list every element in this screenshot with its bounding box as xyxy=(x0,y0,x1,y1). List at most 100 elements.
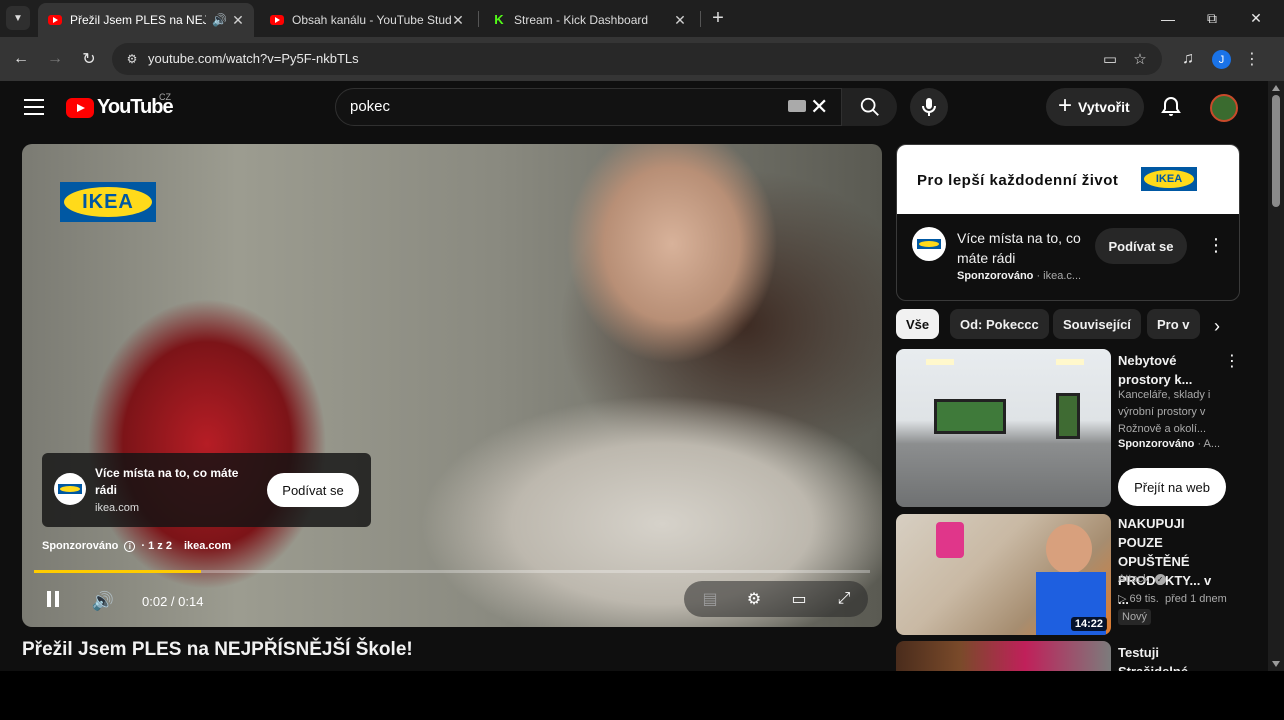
scroll-down-icon[interactable] xyxy=(1272,661,1280,667)
speaker-icon[interactable]: 🔊 xyxy=(212,13,227,27)
pause-button[interactable] xyxy=(36,584,70,618)
create-label: Vytvořit xyxy=(1078,99,1130,115)
time-display: 0:02 / 0:14 xyxy=(142,593,204,609)
more-options-icon[interactable]: ⋮ xyxy=(1224,351,1240,371)
theater-mode-icon[interactable]: ▭ xyxy=(789,589,809,609)
ad-overlay-card[interactable]: Více místa na to, co máte rádi ikea.com … xyxy=(42,453,371,527)
profile-avatar[interactable]: J xyxy=(1212,50,1231,69)
scroll-up-icon[interactable] xyxy=(1272,85,1280,91)
hamburger-menu-icon[interactable] xyxy=(24,99,44,115)
browser-tab-kick[interactable]: K Stream - Kick Dashboard ✕ xyxy=(482,3,696,37)
recommendation-item[interactable]: Nebytové prostory k... ⋮ Kanceláře, skla… xyxy=(896,349,1240,509)
ad-card-title[interactable]: Více místa na to, co máte rádi xyxy=(957,228,1087,268)
close-window-button[interactable]: ✕ xyxy=(1234,0,1278,37)
back-button[interactable]: ← xyxy=(8,46,34,72)
volume-button[interactable]: 🔊 xyxy=(86,584,120,618)
url-text[interactable]: youtube.com/watch?v=Py5F-nkbTLs xyxy=(148,51,359,66)
channel-name-text: Attack xyxy=(1118,573,1149,585)
bookmark-star-icon[interactable]: ☆ xyxy=(1130,49,1150,69)
restore-window-button[interactable]: ⧉ xyxy=(1190,0,1234,37)
video-duration: 14:22 xyxy=(1070,617,1107,631)
more-options-icon[interactable]: ⋮ xyxy=(1207,235,1225,256)
youtube-logo[interactable]: YouTube CZ xyxy=(66,92,174,119)
reload-button[interactable]: ↻ xyxy=(76,46,102,72)
recommendation-stats: ▷ 69 tis. před 1 dnem xyxy=(1118,592,1227,605)
video-title: Přežil Jsem PLES na NEJPŘÍSNĚJŠÍ Škole! xyxy=(22,639,413,660)
youtube-page: YouTube CZ pokec ✕ + Vytvořit IKEA Více … xyxy=(0,81,1284,671)
tab-title: Stream - Kick Dashboard xyxy=(514,13,649,27)
recommendation-meta-extra: · A... xyxy=(1194,438,1221,450)
video-player[interactable]: IKEA Více místa na to, co máte rádi ikea… xyxy=(22,144,882,627)
recommendation-title[interactable]: Testuji Strašidelné Minecraft Lži Co... xyxy=(1118,643,1218,671)
close-tab-icon[interactable]: ✕ xyxy=(672,12,688,28)
close-tab-icon[interactable]: ✕ xyxy=(230,12,246,28)
ad-domain-link[interactable]: ikea.com xyxy=(184,540,231,552)
keyboard-icon[interactable] xyxy=(788,100,806,112)
create-button[interactable]: + Vytvořit xyxy=(1046,88,1144,126)
youtube-favicon-icon xyxy=(48,15,62,25)
chevron-right-icon[interactable]: › xyxy=(1204,313,1230,339)
browser-menu-icon[interactable]: ⋮ xyxy=(1244,49,1260,69)
thumbnail-face xyxy=(1046,524,1092,574)
account-avatar[interactable] xyxy=(1210,94,1238,122)
video-thumbnail[interactable] xyxy=(896,641,1111,671)
thumbnail-product xyxy=(936,522,964,558)
chip-for-you[interactable]: Pro v xyxy=(1147,309,1200,339)
forward-button[interactable]: → xyxy=(42,46,68,72)
search-button[interactable] xyxy=(841,88,897,126)
close-tab-icon[interactable]: ✕ xyxy=(450,12,466,28)
verified-check-icon: ✓ xyxy=(1154,574,1166,585)
chip-from-channel[interactable]: Od: Pokeccc xyxy=(950,309,1049,339)
visit-website-button[interactable]: Přejít na web xyxy=(1118,468,1226,506)
recommendation-item[interactable]: Testuji Strašidelné Minecraft Lži Co... xyxy=(896,641,1240,671)
ad-visit-button[interactable]: Podívat se xyxy=(267,473,359,507)
page-scrollbar[interactable] xyxy=(1268,81,1284,671)
settings-gear-icon[interactable]: ⚙ xyxy=(744,589,764,609)
recommendation-meta: Sponzorováno · A... xyxy=(1118,438,1220,450)
tab-separator xyxy=(478,11,479,27)
address-bar[interactable]: ⚙ youtube.com/watch?v=Py5F-nkbTLs ▭ ☆ xyxy=(112,43,1162,75)
subtitles-icon[interactable]: ▤ xyxy=(700,589,720,609)
thumbnail-window xyxy=(1056,393,1080,439)
clear-search-icon[interactable]: ✕ xyxy=(810,94,828,120)
ad-info-icon[interactable]: i xyxy=(124,540,136,552)
scrollbar-thumb[interactable] xyxy=(1272,95,1280,207)
voice-search-button[interactable] xyxy=(910,88,948,126)
video-thumbnail[interactable] xyxy=(896,349,1111,507)
chip-all[interactable]: Vše xyxy=(896,309,940,339)
ad-banner[interactable]: Pro lepší každodenní život IKEA xyxy=(897,145,1239,214)
advertiser-logo xyxy=(912,227,946,261)
chip-related[interactable]: Související xyxy=(1053,309,1141,339)
sidebar-ad-card[interactable]: Pro lepší každodenní život IKEA Více mís… xyxy=(896,144,1240,301)
ikea-logo: IKEA xyxy=(60,182,156,222)
browser-tab-youtube-studio[interactable]: Obsah kanálu - YouTube Studio ✕ xyxy=(260,3,474,37)
site-settings-icon[interactable]: ⚙ xyxy=(122,49,142,69)
sponsored-label: Sponzorováno xyxy=(957,270,1034,282)
fullscreen-icon[interactable]: ⤢ xyxy=(834,589,854,609)
ad-overlay-domain: ikea.com xyxy=(95,502,140,514)
install-app-icon[interactable]: ▭ xyxy=(1100,49,1120,69)
search-input[interactable]: pokec xyxy=(350,98,390,115)
chevron-down-icon: ▼ xyxy=(13,12,23,24)
search-icon xyxy=(860,97,879,116)
advertiser-logo xyxy=(54,473,86,505)
progress-bar[interactable] xyxy=(34,570,870,573)
ad-card-visit-button[interactable]: Podívat se xyxy=(1095,228,1187,264)
volume-icon: 🔊 xyxy=(91,590,115,611)
search-box[interactable]: pokec ✕ xyxy=(335,88,897,126)
browser-tab-youtube-video[interactable]: Přežil Jsem PLES na NEJPŘÍSNĚJŠÍ 🔊 ✕ xyxy=(38,3,254,37)
tab-search-button[interactable]: ▼ xyxy=(6,6,30,30)
recommendation-title[interactable]: Nebytové prostory k... xyxy=(1118,351,1218,389)
thumbnail-window xyxy=(934,399,1006,434)
ad-card-domain: · ikea.c... xyxy=(1036,270,1082,282)
media-controls-icon[interactable]: ♫ xyxy=(1175,46,1201,72)
minimize-window-button[interactable]: — xyxy=(1146,0,1190,37)
new-tab-button[interactable]: + xyxy=(706,6,730,30)
notifications-bell-icon[interactable] xyxy=(1159,95,1183,119)
channel-name[interactable]: Attack ✓ xyxy=(1118,573,1166,585)
ikea-logo-text: IKEA xyxy=(64,187,152,217)
video-thumbnail[interactable]: 14:22 xyxy=(896,514,1111,635)
recommendation-item[interactable]: 14:22 NAKUPUJI POUZE OPUŠTĚNÉ PRODUKTY..… xyxy=(896,514,1240,636)
thumbnail-light xyxy=(1056,359,1084,365)
player-right-controls: ▤ ⚙ ▭ ⤢ xyxy=(684,581,868,617)
